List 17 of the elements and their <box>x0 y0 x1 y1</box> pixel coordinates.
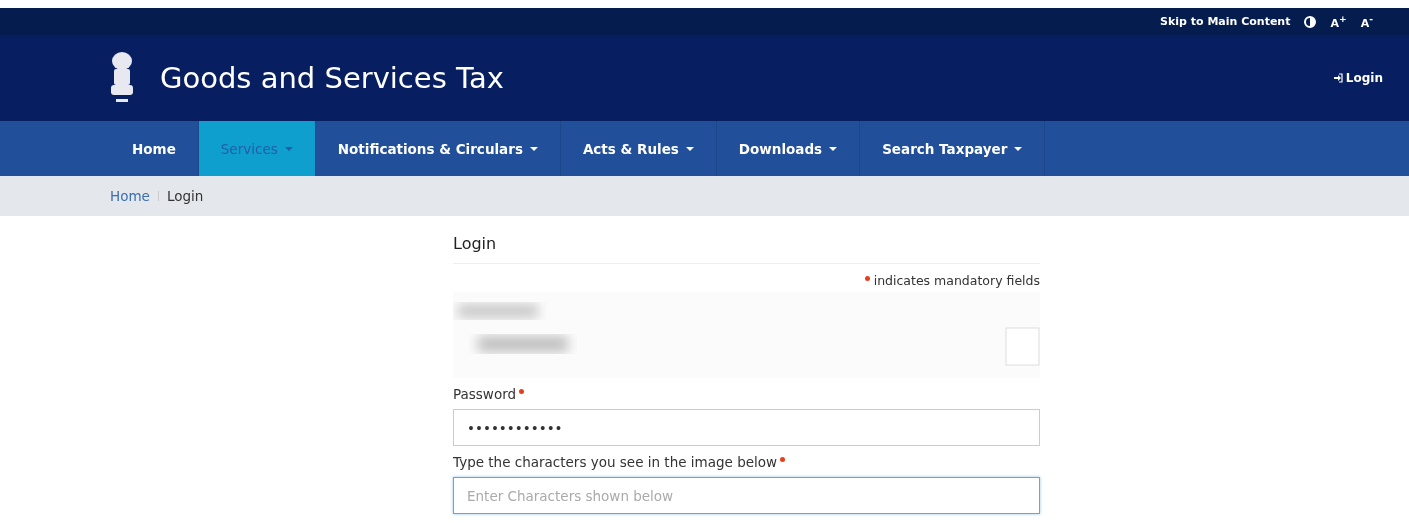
breadcrumb-item[interactable]: Home <box>110 188 150 204</box>
breadcrumb-item[interactable]: Login <box>166 188 204 204</box>
emblem-icon <box>108 51 136 105</box>
font-size-button[interactable]: A$^{-}$ <box>1360 13 1373 30</box>
font-size-button[interactable]: A$^{+}$ <box>1330 13 1347 30</box>
required-dot <box>864 276 870 281</box>
form-title: Login <box>453 234 1040 264</box>
field-label: Password <box>453 386 517 402</box>
mandatory-note: indicates mandatory fields <box>873 273 1040 288</box>
field-label: Type the characters you see in the image below <box>453 454 778 470</box>
skip-link[interactable]: Skip to Main Content <box>1160 15 1291 28</box>
site-title: Goods and Services Tax <box>160 61 504 95</box>
login-link[interactable]: Login <box>1332 71 1383 85</box>
input-field[interactable]: Enter Characters shown below <box>453 477 1040 514</box>
contrast-icon[interactable] <box>1304 15 1317 28</box>
input-field[interactable]: •••••••••••• <box>453 409 1040 446</box>
login-icon <box>1332 73 1343 83</box>
